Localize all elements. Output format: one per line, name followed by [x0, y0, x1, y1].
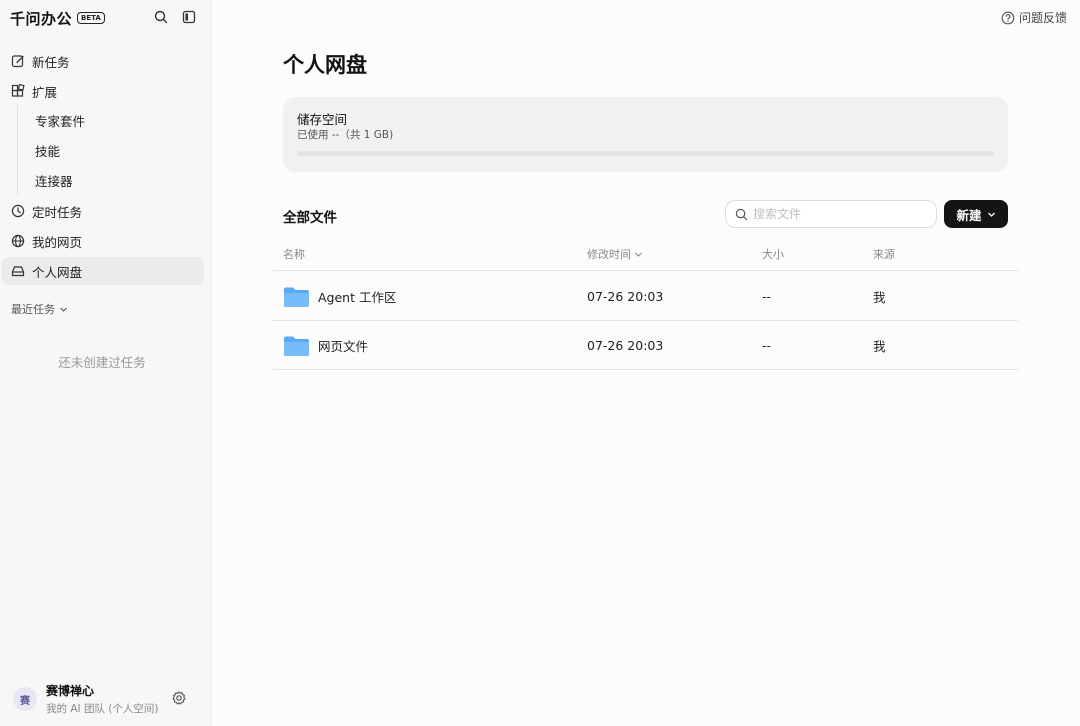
file-name: Agent 工作区 [318, 290, 397, 305]
beta-badge: BETA [77, 12, 105, 24]
feedback-link[interactable]: 问题反馈 [1001, 9, 1067, 26]
table-row[interactable]: 网页文件 07-26 20:03 -- 我 [273, 321, 1018, 370]
column-name[interactable]: 名称 [283, 246, 305, 262]
column-modified[interactable]: 修改时间 [587, 246, 643, 262]
storage-card: 储存空间 已使用 --（共 1 GB) [283, 97, 1008, 172]
storage-progress-bar [297, 151, 994, 156]
sort-chevron-icon [635, 252, 642, 257]
sidebar-item-scheduled-tasks[interactable]: 定时任务 [2, 197, 204, 225]
clock-icon [10, 203, 26, 219]
chevron-down-icon [987, 212, 995, 217]
extensions-submenu: 专家套件 技能 连接器 [17, 105, 212, 195]
sidebar-item-expert-suite[interactable]: 专家套件 [18, 105, 212, 135]
file-name-cell: 网页文件 [283, 321, 368, 370]
feedback-label: 问题反馈 [1018, 11, 1067, 25]
table-row[interactable]: Agent 工作区 07-26 20:03 -- 我 [273, 272, 1018, 321]
gear-icon[interactable] [171, 690, 187, 706]
file-table-header: 名称 修改时间 大小 来源 [273, 240, 1018, 271]
brand[interactable]: 千问办公 BETA [10, 7, 105, 29]
file-modified: 07-26 20:03 [587, 289, 664, 304]
folder-icon [284, 336, 309, 356]
new-button[interactable]: 新建 [944, 200, 1008, 228]
drive-icon [10, 263, 26, 279]
sidebar-item-connectors[interactable]: 连接器 [18, 165, 212, 195]
help-icon [1001, 11, 1015, 24]
recent-tasks-toggle[interactable]: 最近任务 [11, 301, 68, 317]
sidebar-item-my-webpages[interactable]: 我的网页 [2, 227, 204, 255]
sidebar-item-label: 个人网盘 [32, 264, 83, 280]
user-profile[interactable]: 赛 赛博禅心 我的 AI 团队 (个人空间) [13, 684, 203, 715]
edit-icon [10, 53, 26, 69]
user-name: 赛博禅心 [46, 684, 95, 698]
file-name: 网页文件 [318, 339, 369, 354]
column-size[interactable]: 大小 [762, 246, 784, 262]
file-modified: 07-26 20:03 [587, 338, 664, 353]
storage-used: 已使用 --（共 1 GB) [297, 129, 394, 141]
folder-icon [284, 287, 309, 307]
search-input[interactable] [753, 207, 923, 221]
sidebar-item-new-task[interactable]: 新任务 [2, 47, 204, 75]
new-button-label: 新建 [956, 208, 982, 223]
storage-title: 储存空间 [297, 112, 348, 127]
sidebar-nav: 新任务 扩展 专家套件 技能 连接器 定时任务 我的网页 个人网盘 [0, 45, 212, 285]
sidebar-item-label: 扩展 [32, 84, 58, 100]
file-size: -- [762, 338, 772, 353]
sidebar-item-label: 定时任务 [32, 204, 83, 220]
file-source: 我 [873, 339, 886, 354]
column-source[interactable]: 来源 [873, 246, 895, 262]
sidebar-item-label: 我的网页 [32, 234, 83, 250]
search-icon[interactable] [152, 8, 170, 26]
file-source: 我 [873, 290, 886, 305]
user-subtitle: 我的 AI 团队 (个人空间) [46, 703, 159, 715]
extensions-icon [10, 83, 26, 99]
avatar: 赛 [13, 687, 37, 711]
page-title: 个人网盘 [283, 53, 367, 77]
sidebar-toggle-icon[interactable] [180, 8, 198, 26]
files-section-title: 全部文件 [283, 210, 337, 226]
globe-icon [10, 233, 26, 249]
file-name-cell: Agent 工作区 [283, 272, 396, 321]
recent-tasks-label: 最近任务 [11, 303, 55, 316]
file-search[interactable] [725, 200, 937, 228]
chevron-down-icon [60, 307, 67, 312]
empty-tasks-message: 还未创建过任务 [58, 355, 146, 370]
search-icon [735, 208, 748, 220]
column-modified-label: 修改时间 [587, 248, 631, 261]
sidebar-item-personal-drive[interactable]: 个人网盘 [2, 257, 204, 285]
file-size: -- [762, 289, 772, 304]
sidebar-item-label: 新任务 [32, 54, 70, 70]
sidebar: 千问办公 BETA 新任务 扩展 专家套件 技能 连接器 定时任务 我的网页 个… [0, 0, 212, 726]
sidebar-item-extensions[interactable]: 扩展 [2, 77, 204, 105]
app-name: 千问办公 [10, 9, 73, 28]
sidebar-item-skills[interactable]: 技能 [18, 135, 212, 165]
